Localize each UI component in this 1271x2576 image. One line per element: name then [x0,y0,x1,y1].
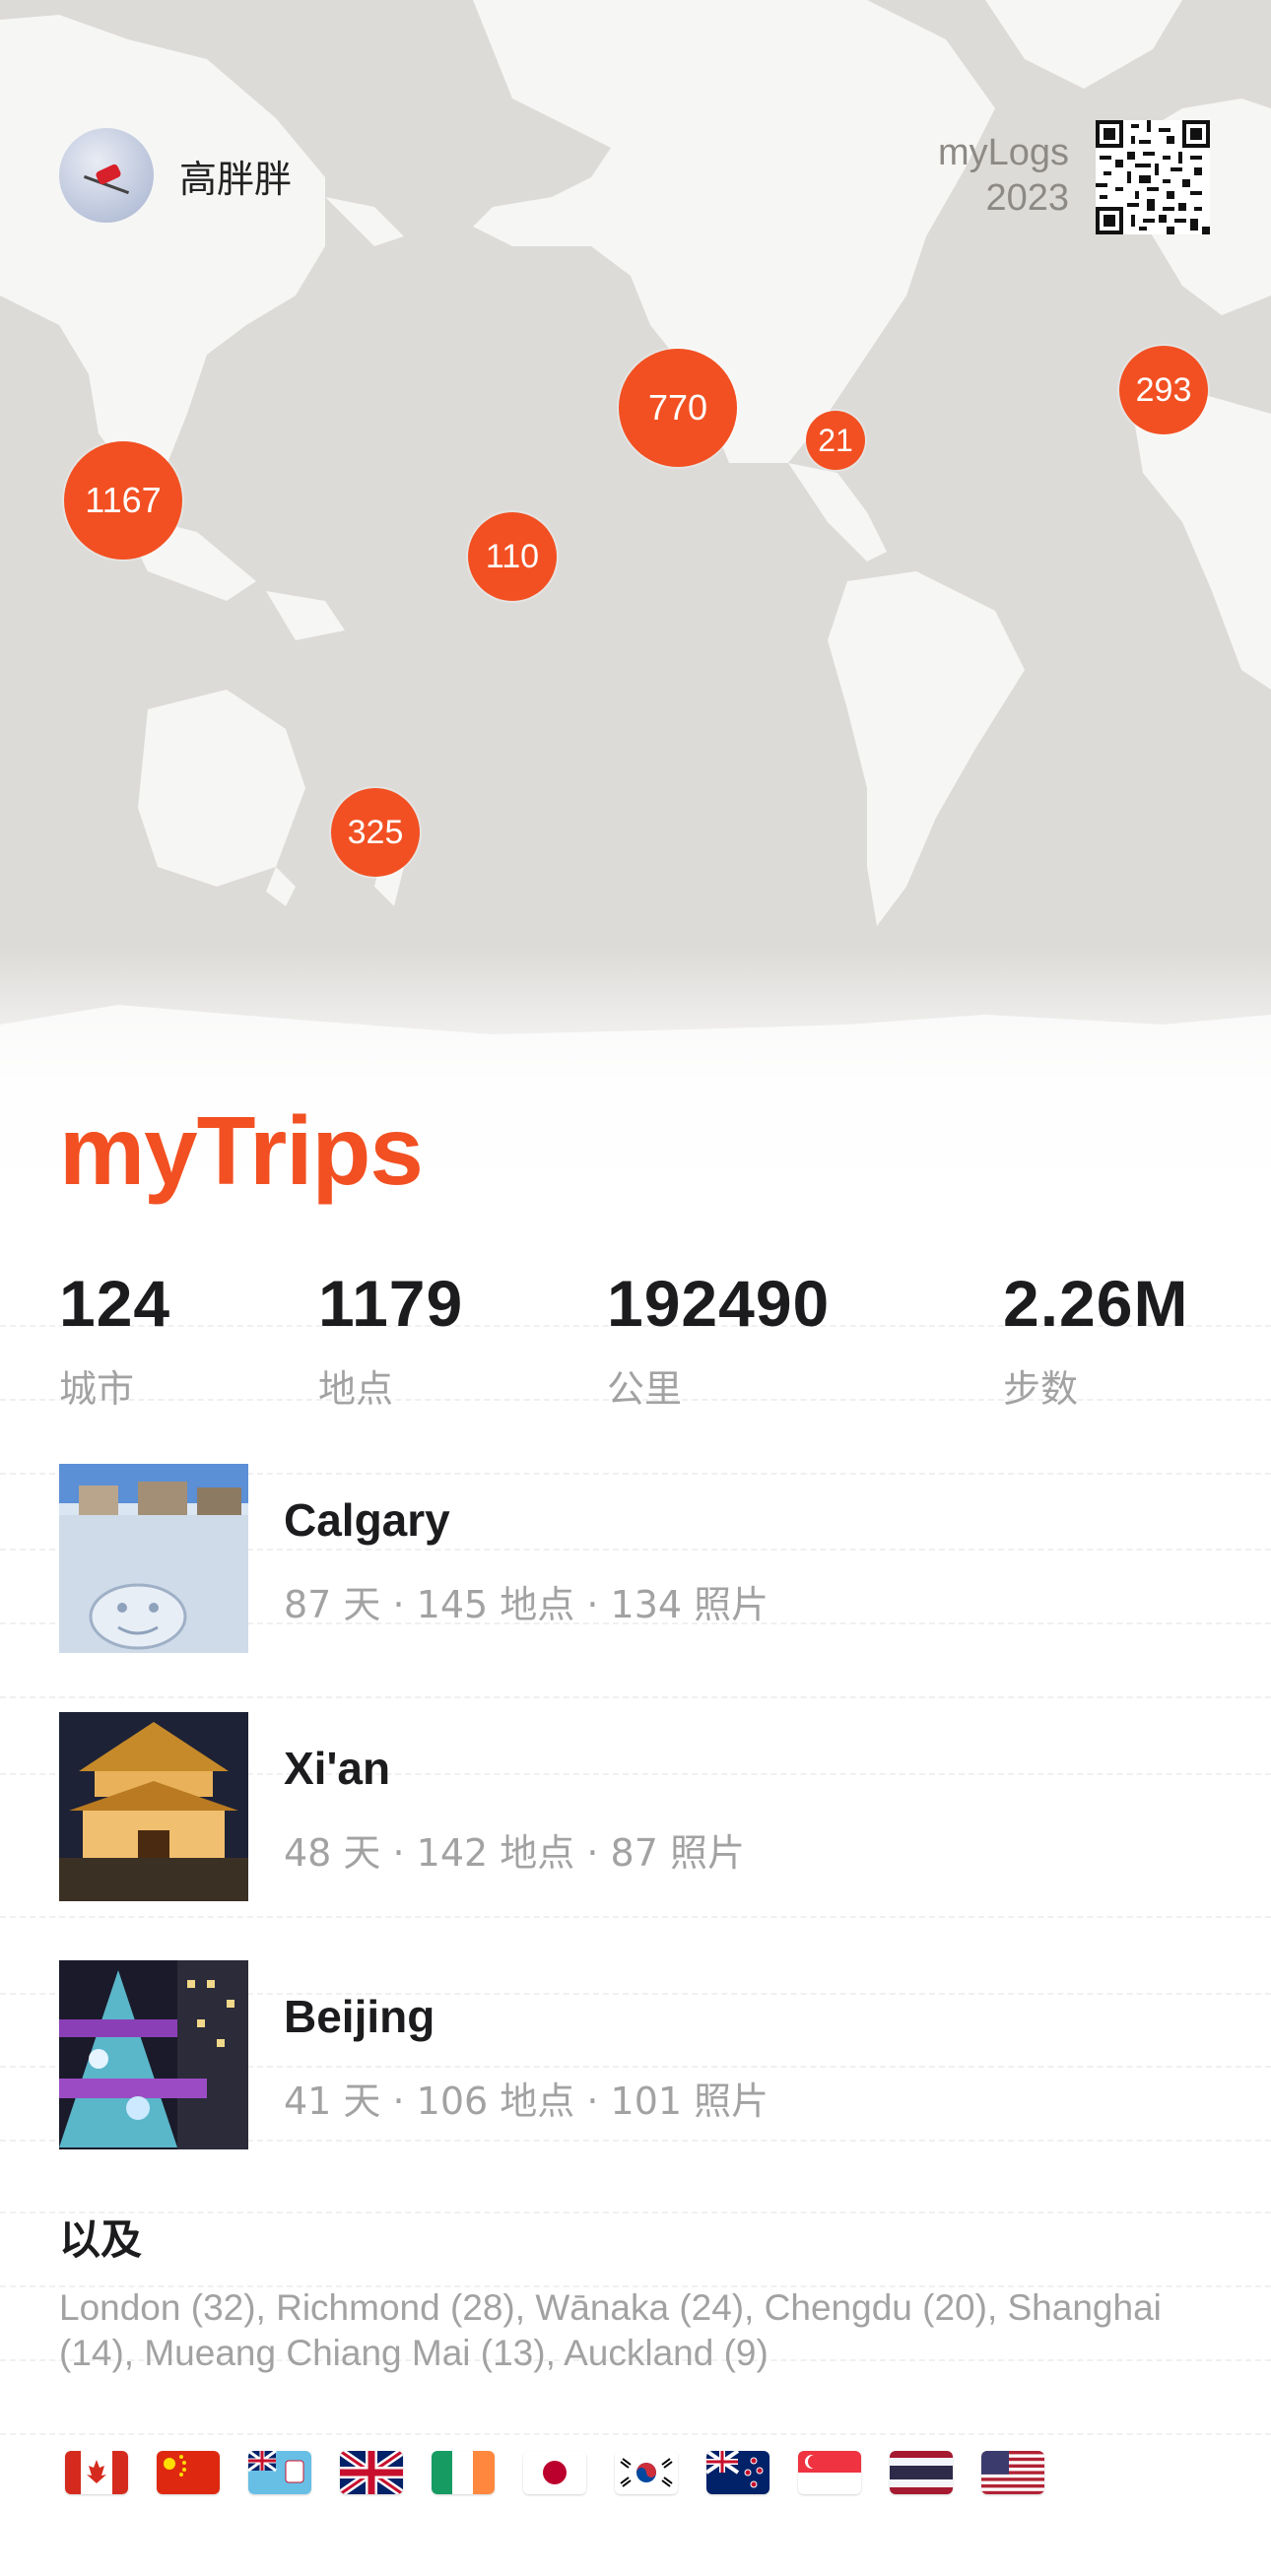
map-cluster-110[interactable]: 110 [468,512,557,601]
qr-code-icon[interactable] [1096,120,1210,234]
stat-label: 步数 [1003,1367,1079,1411]
brand-name: myLogs [937,132,1069,173]
city-photo[interactable] [59,1960,248,2149]
usa-flag-icon [981,2451,1044,2494]
page-title: myTrips [59,1096,424,1205]
map-cluster-770[interactable]: 770 [619,349,737,467]
stat-value: 192490 [607,1267,831,1340]
stat-label: 公里 [607,1367,683,1411]
brand-label: myLogs 2023 [938,130,1069,221]
city-meta: 87 天 · 145 地点 · 134 照片 [284,1583,769,1626]
map-cluster-1167[interactable]: 1167 [64,441,182,560]
stat-places: 1179 地点 [318,1266,463,1413]
city-photo[interactable] [59,1712,248,1901]
divider [0,1696,1271,1698]
divider [0,1916,1271,1918]
city-photo[interactable] [59,1464,248,1653]
map-cluster-21[interactable]: 21 [806,411,865,470]
city-meta: 48 天 · 142 地点 · 87 照片 [284,1831,745,1875]
city-name: Xi'an [284,1743,391,1794]
stat-value: 1179 [318,1267,464,1340]
stat-value: 2.26M [1003,1267,1189,1340]
list-item-city[interactable]: Calgary 87 天 · 145 地点 · 134 照片 [59,1464,1212,1653]
uk-flag-icon [340,2451,403,2494]
stat-label: 城市 [59,1367,135,1411]
map-cluster-325[interactable]: 325 [331,788,420,877]
stat-steps: 2.26M 步数 [1003,1266,1188,1413]
stat-cities: 124 城市 [59,1266,170,1413]
china-flag-icon [157,2451,220,2494]
city-name: Calgary [284,1494,450,1546]
country-flags [65,2451,1044,2494]
stat-value: 124 [59,1267,171,1340]
south-korea-flag-icon [615,2451,678,2494]
singapore-flag-icon [798,2451,861,2494]
user-name: 高胖胖 [179,157,293,201]
japan-flag-icon [523,2451,586,2494]
divider [0,2212,1271,2213]
city-name: Beijing [284,1991,435,2042]
user-profile[interactable]: 高胖胖 [59,128,292,223]
canada-flag-icon [65,2451,128,2494]
also-city-list: London (32), Richmond (28), Wānaka (24),… [59,2287,1162,2373]
list-item-city[interactable]: Beijing 41 天 · 106 地点 · 101 照片 [59,1960,1212,2149]
stat-label: 地点 [318,1367,394,1411]
fiji-flag-icon [248,2451,311,2494]
divider [0,2433,1271,2435]
brand-year: 2023 [985,177,1069,219]
also-heading: 以及 [59,2215,143,2264]
stat-kilometers: 192490 公里 [607,1266,830,1413]
avatar[interactable] [59,128,154,223]
thailand-flag-icon [890,2451,953,2494]
ireland-flag-icon [432,2451,495,2494]
map-cluster-293[interactable]: 293 [1119,346,1208,434]
new-zealand-flag-icon [706,2451,769,2494]
city-meta: 41 天 · 106 地点 · 101 照片 [284,2080,769,2123]
list-item-city[interactable]: Xi'an 48 天 · 142 地点 · 87 照片 [59,1712,1212,1901]
